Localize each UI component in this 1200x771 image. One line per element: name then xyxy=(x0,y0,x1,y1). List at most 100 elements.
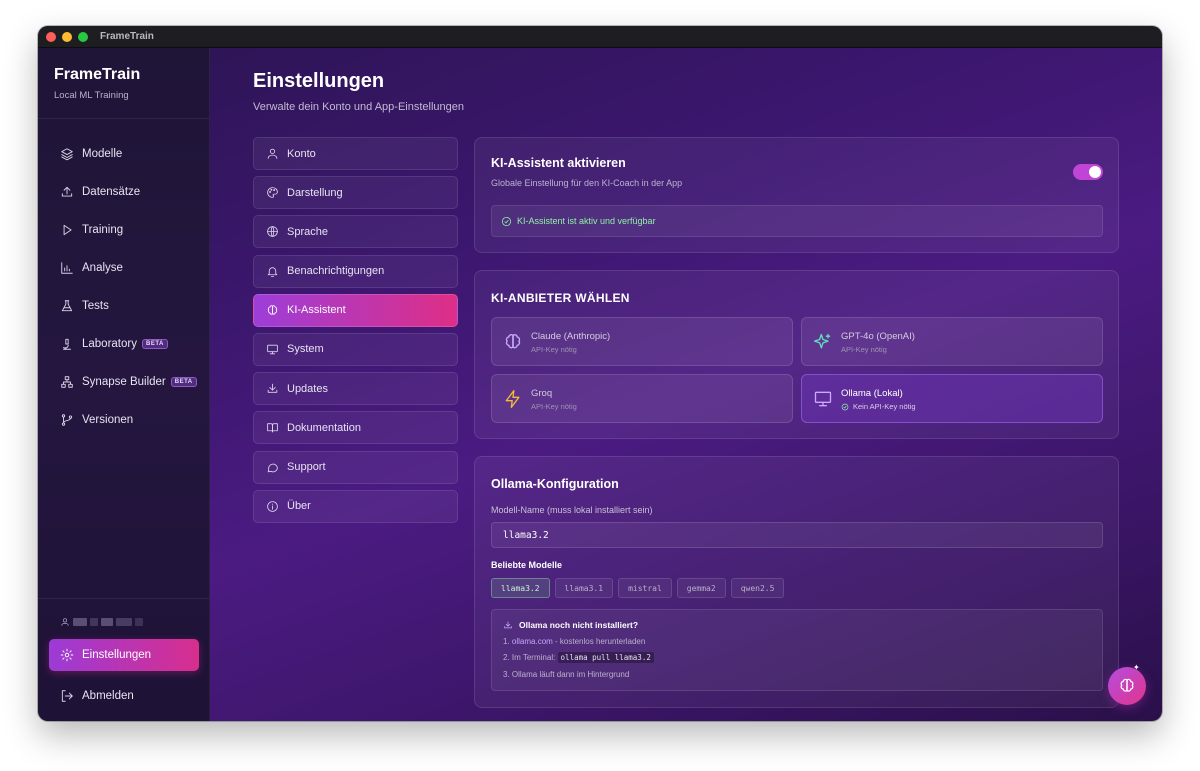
flask-icon xyxy=(61,300,73,312)
settings-tab-sprache[interactable]: Sprache xyxy=(253,215,458,249)
sidebar-item-synapse-builder[interactable]: Synapse Builder BETA xyxy=(38,363,209,401)
install-help-title: Ollama noch nicht installiert? xyxy=(503,620,638,630)
app-name: FrameTrain xyxy=(54,66,141,83)
sidebar-item-label: Synapse Builder xyxy=(82,376,166,388)
sidebar-item-datensaetze[interactable]: Datensätze xyxy=(38,173,209,211)
sidebar-item-label: Analyse xyxy=(82,262,123,274)
brain-icon xyxy=(1120,678,1134,692)
logout-label: Abmelden xyxy=(82,690,134,702)
settings-tab-label: Support xyxy=(287,461,326,473)
ollama-link[interactable]: ollama.com xyxy=(512,637,553,646)
sidebar-item-label: Training xyxy=(82,224,124,236)
sidebar-item-einstellungen[interactable]: Einstellungen xyxy=(49,639,199,671)
model-name-input[interactable] xyxy=(491,522,1103,548)
model-chip[interactable]: gemma2 xyxy=(676,578,726,598)
app-window: FrameTrain FrameTrain Local ML Training … xyxy=(38,26,1162,721)
help-step-number: 1. xyxy=(503,637,512,646)
provider-section-title: KI-ANBIETER WÄHLEN xyxy=(491,291,630,305)
settings-tab-updates[interactable]: Updates xyxy=(253,372,458,406)
status-text: KI-Assistent ist aktiv und verfügbar xyxy=(517,216,656,226)
assistant-title: KI-Assistent aktivieren xyxy=(491,156,626,170)
chat-icon xyxy=(267,463,278,472)
window-title: FrameTrain xyxy=(100,31,154,42)
upload-icon xyxy=(61,186,73,197)
settings-tab-support[interactable]: Support xyxy=(253,450,458,484)
provider-gpt4o[interactable]: GPT-4o (OpenAI) API-Key nötig xyxy=(801,317,1103,366)
settings-tab-benachrichtigungen[interactable]: Benachrichtigungen xyxy=(253,254,458,288)
settings-tab-system[interactable]: System xyxy=(253,332,458,366)
play-icon xyxy=(63,224,72,236)
ai-coach-button[interactable] xyxy=(1108,667,1146,705)
bar-chart-icon xyxy=(61,262,73,274)
brand: FrameTrain Local ML Training xyxy=(38,48,209,119)
page-subtitle: Verwalte dein Konto und App-Einstellunge… xyxy=(253,101,464,113)
assistant-toggle-card: KI-Assistent aktivieren Globale Einstell… xyxy=(474,137,1119,253)
sidebar: FrameTrain Local ML Training Modelle Dat… xyxy=(38,48,210,721)
user-icon xyxy=(61,618,69,626)
help-step-2: 2. Im Terminal: ollama pull llama3.2 xyxy=(503,652,654,663)
sidebar-item-label: Einstellungen xyxy=(82,649,152,661)
sidebar-item-versionen[interactable]: Versionen xyxy=(38,401,209,439)
model-chip[interactable]: qwen2.5 xyxy=(730,578,785,598)
bell-icon xyxy=(267,266,278,277)
provider-note: Kein API-Key nötig xyxy=(853,402,916,411)
install-help-title-text: Ollama noch nicht installiert? xyxy=(519,620,639,630)
model-chip[interactable]: llama3.1 xyxy=(554,578,614,598)
terminal-command: ollama pull llama3.2 xyxy=(557,652,654,663)
provider-groq[interactable]: Groq API-Key nötig xyxy=(491,374,793,423)
info-icon xyxy=(267,500,278,512)
settings-tab-konto[interactable]: Konto xyxy=(253,137,458,170)
globe-icon xyxy=(267,226,278,238)
layers-icon xyxy=(61,148,73,161)
settings-tab-darstellung[interactable]: Darstellung xyxy=(253,176,458,210)
sidebar-item-analyse[interactable]: Analyse xyxy=(38,249,209,287)
settings-tab-label: Darstellung xyxy=(287,186,343,199)
assistant-subtitle: Globale Einstellung für den KI-Coach in … xyxy=(491,178,683,188)
main-content: Einstellungen Verwalte dein Konto und Ap… xyxy=(210,48,1162,721)
sidebar-item-laboratory[interactable]: Laboratory BETA xyxy=(38,325,209,363)
sidebar-item-label: Laboratory xyxy=(82,338,137,350)
settings-tab-ueber[interactable]: Über xyxy=(253,489,458,523)
monitor-icon xyxy=(814,391,832,407)
settings-tab-label: System xyxy=(287,343,324,356)
sidebar-item-label: Modelle xyxy=(82,148,123,160)
close-window-button[interactable] xyxy=(46,31,56,42)
sidebar-item-tests[interactable]: Tests xyxy=(38,287,209,325)
brain-icon xyxy=(505,334,521,349)
check-circle-icon xyxy=(501,216,512,226)
maximize-window-button[interactable] xyxy=(78,31,88,42)
sidebar-item-label: Tests xyxy=(82,300,109,312)
sidebar-item-label: Datensätze xyxy=(82,186,141,198)
provider-name: Groq xyxy=(531,388,553,399)
settings-tab-label: Dokumentation xyxy=(287,421,361,434)
help-step-3: 3. Ollama läuft dann im Hintergrund xyxy=(503,670,630,679)
sidebar-item-training[interactable]: Training xyxy=(38,211,209,249)
model-chip[interactable]: mistral xyxy=(618,578,672,598)
provider-ollama[interactable]: Ollama (Lokal) Kein API-Key nötig xyxy=(801,374,1103,423)
palette-icon xyxy=(267,187,278,198)
user-icon xyxy=(267,148,278,159)
settings-tab-label: Über xyxy=(287,500,311,513)
provider-claude[interactable]: Claude (Anthropic) API-Key nötig xyxy=(491,317,793,366)
settings-menu: Konto Darstellung Sprache Benachrichtigu… xyxy=(253,137,458,529)
settings-tab-ki-assistent[interactable]: KI-Assistent xyxy=(253,293,458,327)
redacted-username xyxy=(135,618,143,626)
user-info xyxy=(38,607,209,637)
popular-models-label: Beliebte Modelle xyxy=(491,560,563,570)
main-nav: Modelle Datensätze Training Analyse Test… xyxy=(38,119,209,439)
install-help-box: Ollama noch nicht installiert? 1. ollama… xyxy=(491,609,1103,691)
model-chip[interactable]: llama3.2 xyxy=(491,578,550,598)
assistant-toggle[interactable] xyxy=(1073,164,1103,180)
minimize-window-button[interactable] xyxy=(62,31,72,42)
redacted-username xyxy=(116,618,132,626)
download-icon xyxy=(267,383,278,393)
sidebar-item-modelle[interactable]: Modelle xyxy=(38,135,209,173)
settings-tab-label: Updates xyxy=(287,382,328,395)
brain-icon xyxy=(267,305,278,315)
sparkle-icon xyxy=(814,333,831,349)
help-step-text: 2. Im Terminal: xyxy=(503,653,558,662)
check-circle-icon xyxy=(841,403,849,410)
logout-button[interactable]: Abmelden xyxy=(38,677,209,715)
download-icon xyxy=(504,621,512,629)
settings-tab-dokumentation[interactable]: Dokumentation xyxy=(253,411,458,445)
